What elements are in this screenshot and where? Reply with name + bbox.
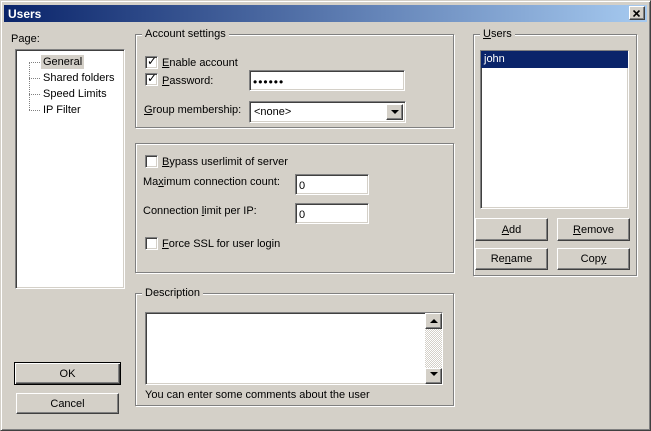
- password-label: Password:: [162, 75, 213, 88]
- password-checkbox[interactable]: ✓: [145, 73, 158, 86]
- rename-button[interactable]: Rename: [475, 248, 548, 270]
- tree-item-ip-filter[interactable]: IP Filter: [16, 102, 124, 118]
- add-button[interactable]: Add: [475, 218, 548, 241]
- ok-button[interactable]: OK: [14, 362, 121, 385]
- bypass-userlimit-label: Bypass userlimit of server: [162, 156, 288, 169]
- checkmark-icon: ✓: [147, 55, 157, 68]
- bypass-userlimit-checkbox[interactable]: ✓: [145, 155, 158, 168]
- connection-limit-per-ip-label: Connection limit per IP:: [143, 205, 257, 218]
- max-connection-count-input[interactable]: [295, 174, 369, 195]
- force-ssl-checkbox[interactable]: ✓: [145, 237, 158, 250]
- tree-item-stub: [29, 110, 40, 111]
- close-button[interactable]: [629, 6, 645, 20]
- description-textarea[interactable]: [145, 312, 443, 385]
- group-membership-select[interactable]: <none>: [249, 101, 406, 123]
- scrollbar-up-button[interactable]: [425, 313, 442, 329]
- tree-item-shared-folders[interactable]: Shared folders: [16, 70, 124, 86]
- tree-item-stub: [29, 94, 40, 95]
- password-input[interactable]: [249, 70, 405, 91]
- tree-item-stub: [29, 78, 40, 79]
- group-account-settings: Account settings ✓ Enable account ✓ Pass…: [135, 34, 454, 128]
- users-list[interactable]: john: [480, 50, 629, 209]
- enable-account-label: Enable account: [162, 57, 238, 70]
- group-connection-limits: ✓ Bypass userlimit of server Maximum con…: [135, 143, 454, 273]
- enable-account-checkbox[interactable]: ✓: [145, 56, 158, 69]
- checkmark-icon: ✓: [147, 72, 157, 85]
- description-scrollbar[interactable]: [425, 313, 442, 384]
- user-item[interactable]: john: [481, 51, 628, 68]
- chevron-down-icon: [430, 372, 438, 380]
- max-connection-count-label: Maximum connection count:: [143, 176, 280, 189]
- group-users: Users john Add Remove Rename Copy: [473, 34, 637, 276]
- page-tree[interactable]: General Shared folders Speed Limits IP F…: [15, 49, 125, 289]
- chevron-up-icon: [430, 315, 438, 323]
- group-users-title: Users: [480, 28, 515, 41]
- close-icon: [633, 10, 641, 17]
- chevron-down-icon: [391, 110, 399, 118]
- page-label: Page:: [11, 33, 40, 46]
- group-account-settings-title: Account settings: [142, 28, 229, 41]
- connection-limit-per-ip-input[interactable]: [295, 203, 369, 224]
- remove-button[interactable]: Remove: [557, 218, 630, 241]
- group-description-title: Description: [142, 287, 203, 300]
- copy-button[interactable]: Copy: [557, 248, 630, 270]
- tree-item-speed-limits[interactable]: Speed Limits: [16, 86, 124, 102]
- group-description: Description You can enter some comments …: [135, 293, 454, 406]
- scrollbar-down-button[interactable]: [425, 368, 442, 384]
- window-title: Users: [8, 7, 41, 21]
- cancel-button[interactable]: Cancel: [16, 393, 119, 414]
- group-membership-label: Group membership:: [144, 104, 241, 117]
- force-ssl-label: Force SSL for user login: [162, 238, 280, 251]
- titlebar[interactable]: Users: [4, 5, 647, 22]
- description-hint: You can enter some comments about the us…: [145, 389, 370, 402]
- tree-item-stub: [29, 62, 40, 63]
- users-dialog: Users Page: General Shared folders Speed…: [0, 0, 651, 431]
- tree-item-general[interactable]: General: [16, 54, 124, 70]
- dropdown-button[interactable]: [386, 104, 403, 120]
